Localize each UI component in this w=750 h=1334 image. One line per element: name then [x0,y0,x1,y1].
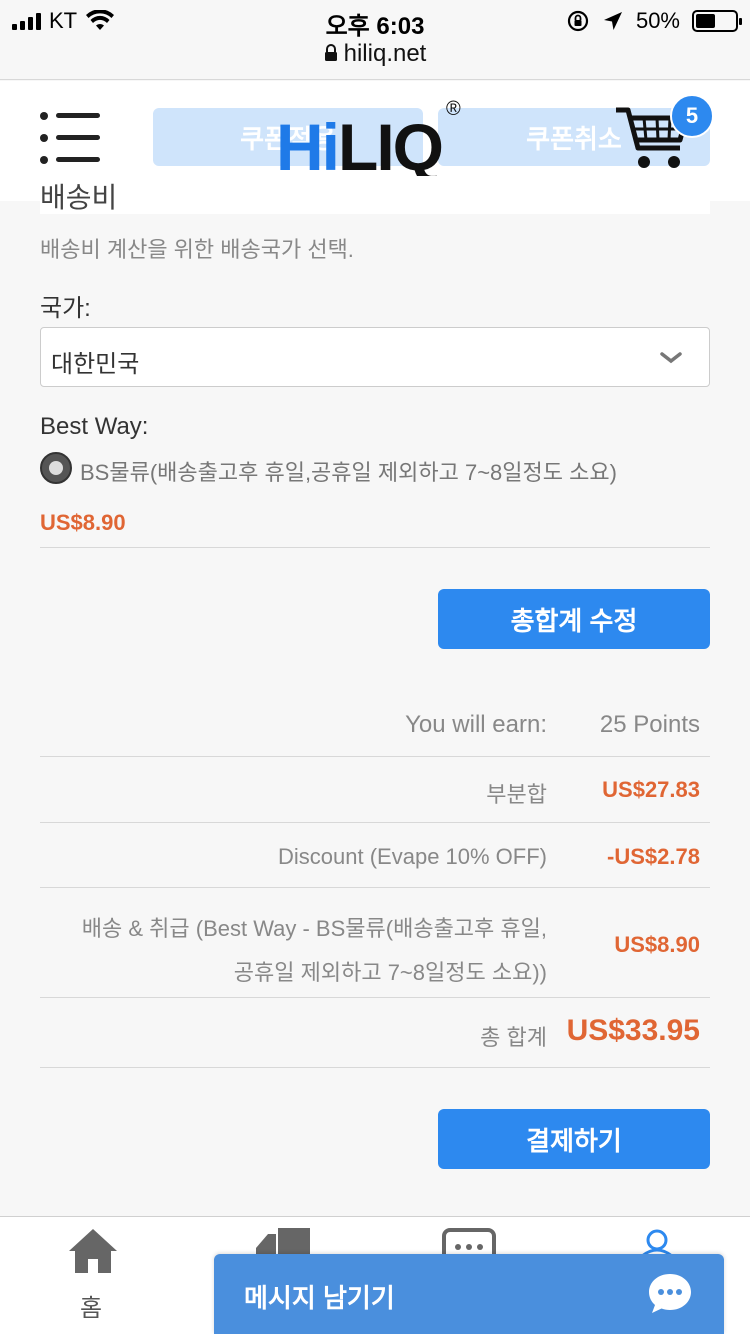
logo-registered: ® [446,98,461,120]
discount-value: -US$2.78 [607,844,700,869]
divider [40,1067,710,1068]
earn-points-value: 25 Points [599,711,700,738]
leave-message-bar[interactable]: 메시지 남기기 [214,1254,724,1334]
chevron-down-icon [660,352,682,364]
shipping-option-label[interactable]: BS물류(배송출고후 휴일,공휴일 제외하고 7~8일정도 소요) [80,455,617,487]
battery-icon [692,10,742,32]
grand-total-label: 총 합계 [480,1025,547,1050]
divider [40,997,710,998]
country-label: 국가: [40,295,91,322]
shipping-hint: 배송비 계산을 위한 배송국가 선택. [40,237,354,262]
shipping-method-label: Best Way: [40,413,149,440]
logo-hi: Hi [276,110,340,184]
rotation-lock-icon [567,10,589,32]
nav-home-label[interactable]: 홈 [80,1288,102,1323]
shipping-handling-label: 배송 & 취급 (Best Way - BS물류(배송출고후 휴일, 공휴일 제… [82,907,547,995]
logo-liq: LIQ [338,110,444,184]
url-bar[interactable]: hiliq.net [0,40,750,68]
grand-total-value: US$33.95 [566,1014,700,1047]
update-total-button[interactable]: 총합계 수정 [438,589,710,649]
subtotal-value: US$27.83 [602,777,700,802]
hamburger-menu-icon[interactable] [40,112,102,168]
shipping-handling-label-line1: 배송 & 취급 (Best Way - BS물류(배송출고후 휴일, [81,916,547,941]
battery-percent: 50% [635,8,680,33]
status-bar: KT 오후 6:03 hiliq.net 50% [0,0,750,80]
earn-points-label: You will earn: [405,711,547,738]
divider [40,756,710,757]
leave-message-label: 메시지 남기기 [244,1283,395,1313]
subtotal-label: 부분합 [486,782,547,807]
cart-count-badge: 5 [670,94,714,138]
shipping-handling-label-line2: 공휴일 제외하고 7~8일정도 소요)) [233,960,547,985]
shipping-section-title: 배송비 [40,176,710,214]
status-right: 50% [566,8,742,34]
lock-icon [324,44,337,61]
site-logo[interactable]: HiLIQ® [276,98,461,180]
shipping-handling-value: US$8.90 [614,932,700,957]
discount-label: Discount (Evape 10% OFF) [278,844,547,869]
chat-bubble-icon [649,1274,691,1313]
location-arrow-icon [603,12,622,30]
divider [40,887,710,888]
divider [40,822,710,823]
divider [40,547,710,548]
country-select[interactable]: 대한민국 [40,327,710,387]
country-select-value: 대한민국 [51,351,140,378]
user-icon[interactable] [640,1228,674,1256]
home-icon[interactable] [66,1226,120,1276]
checkout-button[interactable]: 결제하기 [438,1109,710,1169]
shipping-option-price: US$8.90 [40,510,126,535]
shipping-option-radio[interactable] [40,452,72,484]
url-text: hiliq.net [343,40,427,67]
